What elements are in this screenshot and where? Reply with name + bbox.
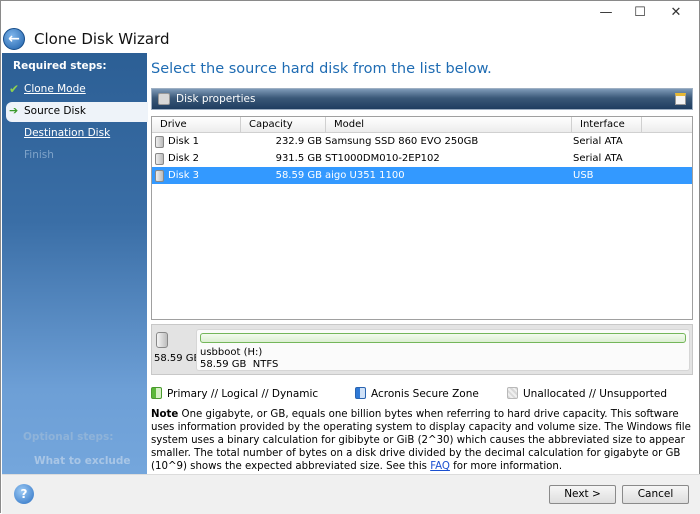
sidebar-item-clone-mode[interactable]: Clone Mode	[24, 83, 86, 95]
disk-icon	[156, 332, 168, 348]
wizard-window: — ☐ ✕ ← Clone Disk Wizard Required steps…	[0, 0, 700, 514]
cell-drive: Disk 3	[168, 170, 200, 181]
disk-icon	[155, 170, 164, 182]
cell-model: Samsung SSD 860 EVO 250GB	[325, 136, 479, 147]
required-steps-label: Required steps:	[13, 60, 107, 72]
note-body: One gigabyte, or GB, equals one billion …	[151, 409, 691, 472]
note-text: Note One gigabyte, or GB, equals one bil…	[151, 408, 696, 473]
faq-link[interactable]: FAQ	[430, 461, 450, 472]
legend-label: Unallocated // Unsupported	[523, 388, 668, 400]
maximize-button[interactable]: ☐	[625, 5, 655, 21]
disk-properties-bar[interactable]: Disk properties	[151, 88, 693, 110]
partition-usbboot[interactable]: usbboot (H:) 58.59 GB NTFS	[196, 329, 690, 371]
cell-model: ST1000DM010-2EP102	[325, 153, 440, 164]
disk-map: 58.59 GB usbboot (H:) 58.59 GB NTFS	[151, 324, 693, 375]
column-header-drive[interactable]: Drive	[152, 117, 241, 133]
table-row[interactable]: Disk 2 931.5 GB ST1000DM010-2EP102 Seria…	[152, 150, 692, 167]
unallocated-swatch-icon	[507, 387, 518, 399]
column-header-capacity[interactable]: Capacity	[241, 117, 326, 133]
partition-usage-bar	[200, 333, 686, 343]
sidebar-item-finish: Finish	[24, 149, 54, 161]
note-tail: for more information.	[449, 461, 563, 472]
secure-zone-swatch-icon	[355, 387, 366, 399]
legend-label: Acronis Secure Zone	[371, 388, 479, 400]
disk-properties-icon	[158, 93, 170, 105]
table-row[interactable]: Disk 1 232.9 GB Samsung SSD 860 EVO 250G…	[152, 133, 692, 150]
column-header-interface[interactable]: Interface	[572, 117, 642, 133]
window-title: Clone Disk Wizard	[34, 30, 170, 48]
back-arrow-icon[interactable]: ←	[3, 28, 25, 50]
sidebar-item-label: Source Disk	[24, 105, 86, 117]
disk-properties-label: Disk properties	[176, 93, 256, 105]
table-row-selected[interactable]: Disk 3 58.59 GB aigo U351 1100 USB	[152, 167, 692, 184]
cell-drive: Disk 2	[168, 153, 200, 164]
cell-capacity: 232.9 GB	[275, 136, 322, 147]
sidebar: Required steps: ✔ Clone Mode ➔ Source Di…	[2, 53, 148, 474]
properties-sheet-icon[interactable]	[675, 93, 686, 105]
column-header-model[interactable]: Model	[326, 117, 572, 133]
cancel-button[interactable]: Cancel	[622, 485, 689, 504]
note-bold: Note	[151, 409, 179, 420]
close-button[interactable]: ✕	[661, 5, 691, 21]
disk-size: 58.59 GB	[154, 353, 201, 364]
partition-name: usbboot (H:)	[200, 347, 263, 358]
legend-secure-zone: Acronis Secure Zone	[355, 387, 479, 400]
legend-unallocated: Unallocated // Unsupported	[507, 387, 667, 400]
disk-icon	[155, 153, 164, 165]
cell-interface: USB	[573, 170, 594, 181]
legend-primary: Primary // Logical // Dynamic	[151, 387, 318, 400]
help-icon[interactable]: ?	[14, 484, 34, 504]
sidebar-item-what-to-exclude: What to exclude	[34, 455, 131, 465]
page-heading: Select the source hard disk from the lis…	[151, 61, 492, 77]
legend-label: Primary // Logical // Dynamic	[167, 388, 319, 400]
disk-icon	[155, 136, 164, 148]
footer: ? Next > Cancel	[2, 474, 700, 514]
disk-table: Drive Capacity Model Interface Disk 1 23…	[151, 116, 693, 320]
arrow-right-icon: ➔	[9, 104, 19, 117]
cell-capacity: 931.5 GB	[275, 153, 322, 164]
cell-model: aigo U351 1100	[325, 170, 405, 181]
next-button[interactable]: Next >	[549, 485, 616, 504]
optional-steps-label: Optional steps:	[23, 431, 114, 443]
cell-interface: Serial ATA	[573, 136, 623, 147]
sidebar-item-source-disk[interactable]: ➔ Source Disk	[6, 102, 148, 122]
column-header-blank	[642, 117, 692, 133]
check-icon: ✔	[9, 82, 20, 96]
primary-swatch-icon	[151, 387, 162, 399]
cell-drive: Disk 1	[168, 136, 200, 147]
sidebar-item-destination-disk[interactable]: Destination Disk	[24, 127, 110, 139]
minimize-button[interactable]: —	[591, 5, 621, 21]
partition-info: 58.59 GB NTFS	[200, 359, 279, 370]
cell-interface: Serial ATA	[573, 153, 623, 164]
cell-capacity: 58.59 GB	[275, 170, 322, 181]
